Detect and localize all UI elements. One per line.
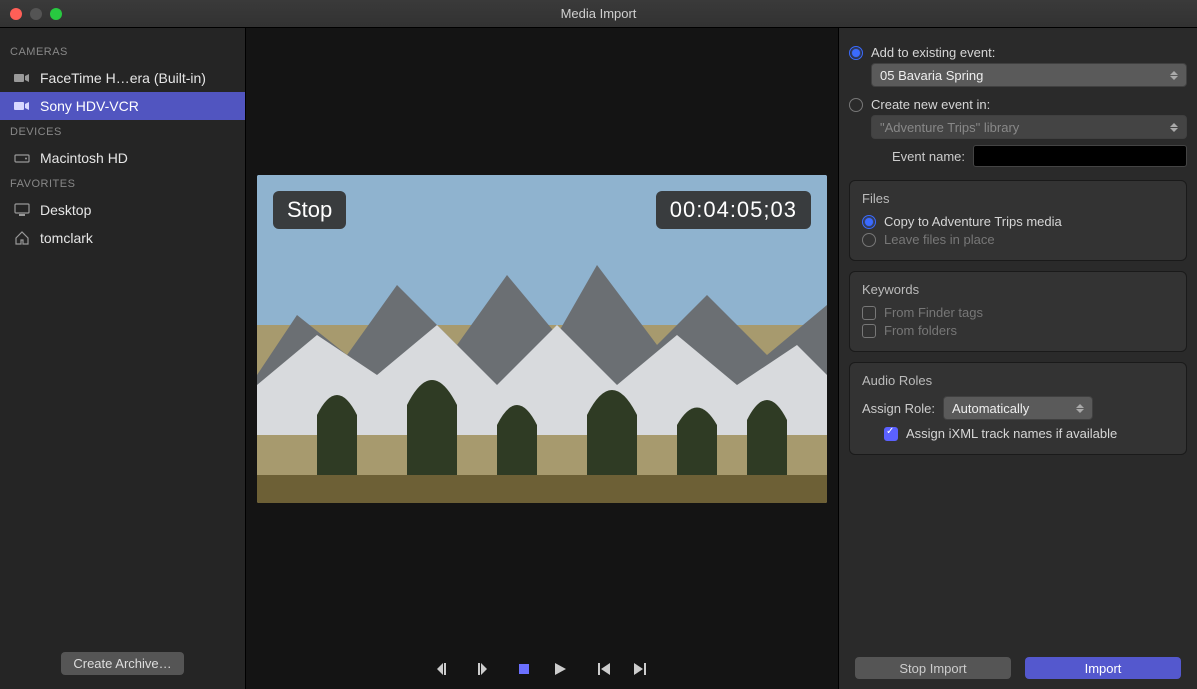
transport-bar [246,649,838,689]
radio-leave-files[interactable] [862,233,876,247]
keywords-panel: Keywords From Finder tags From folders [849,271,1187,352]
panel-title-files: Files [862,191,1174,206]
stop-import-button[interactable]: Stop Import [855,657,1011,679]
video-preview: Stop 00:04:05;03 [257,175,827,503]
panel-title-audio: Audio Roles [862,373,1174,388]
folders-label: From folders [884,323,957,338]
files-panel: Files Copy to Adventure Trips media Leav… [849,180,1187,261]
stepper-icon [1170,71,1178,80]
section-title-devices: DEVICES [0,120,245,144]
sidebar: CAMERAS FaceTime H…era (Built-in) Sony H… [0,28,246,689]
assign-role-select[interactable]: Automatically [943,396,1093,420]
titlebar: Media Import [0,0,1197,28]
add-existing-label: Add to existing event: [871,45,995,60]
camcorder-icon [14,72,30,84]
home-icon [14,232,30,244]
camcorder-icon [14,100,30,112]
sidebar-item-label: FaceTime H…era (Built-in) [40,70,206,86]
check-folders[interactable] [862,324,876,338]
drive-icon [14,152,30,164]
stepper-icon [1170,123,1178,132]
maximize-icon[interactable] [50,8,62,20]
preview-pane: Stop 00:04:05;03 [246,28,839,689]
import-button[interactable]: Import [1025,657,1181,679]
create-new-label: Create new event in: [871,97,990,112]
timecode-display: 00:04:05;03 [656,191,811,229]
panel-title-keywords: Keywords [862,282,1174,297]
check-ixml[interactable] [884,427,898,441]
section-title-favorites: FAVORITES [0,172,245,196]
sidebar-item-label: Desktop [40,202,91,218]
stepper-icon [1076,404,1084,413]
radio-add-existing[interactable] [849,46,863,60]
sidebar-item-facetime[interactable]: FaceTime H…era (Built-in) [0,64,245,92]
play-button[interactable] [551,660,569,678]
window-controls [10,8,62,20]
sidebar-item-home[interactable]: tomclark [0,224,245,252]
prev-clip-button[interactable] [595,660,613,678]
monitor-icon [14,204,30,216]
step-back-button[interactable] [435,660,453,678]
radio-create-new[interactable] [849,98,863,112]
sidebar-item-label: tomclark [40,230,93,246]
stop-button[interactable]: Stop [273,191,346,229]
minimize-icon[interactable] [30,8,42,20]
step-forward-button[interactable] [471,660,489,678]
event-name-label: Event name: [871,149,965,164]
audio-roles-panel: Audio Roles Assign Role: Automatically A… [849,362,1187,455]
existing-event-select[interactable]: 05 Bavaria Spring [871,63,1187,87]
window-title: Media Import [0,6,1197,21]
event-name-input[interactable] [973,145,1187,167]
sidebar-item-desktop[interactable]: Desktop [0,196,245,224]
ixml-label: Assign iXML track names if available [906,426,1117,441]
stop-playback-button[interactable] [515,660,533,678]
check-finder-tags[interactable] [862,306,876,320]
sidebar-item-macintosh-hd[interactable]: Macintosh HD [0,144,245,172]
library-select[interactable]: "Adventure Trips" library [871,115,1187,139]
leave-files-label: Leave files in place [884,232,995,247]
close-icon[interactable] [10,8,22,20]
inspector: Add to existing event: 05 Bavaria Spring… [839,28,1197,689]
sidebar-item-label: Sony HDV-VCR [40,98,139,114]
create-archive-button[interactable]: Create Archive… [61,652,183,675]
sidebar-item-label: Macintosh HD [40,150,128,166]
radio-copy-media[interactable] [862,215,876,229]
section-title-cameras: CAMERAS [0,40,245,64]
assign-role-label: Assign Role: [862,401,935,416]
sidebar-item-sony-hdv[interactable]: Sony HDV-VCR [0,92,245,120]
event-section: Add to existing event: 05 Bavaria Spring… [849,42,1187,170]
next-clip-button[interactable] [631,660,649,678]
copy-media-label: Copy to Adventure Trips media [884,214,1062,229]
finder-tags-label: From Finder tags [884,305,983,320]
